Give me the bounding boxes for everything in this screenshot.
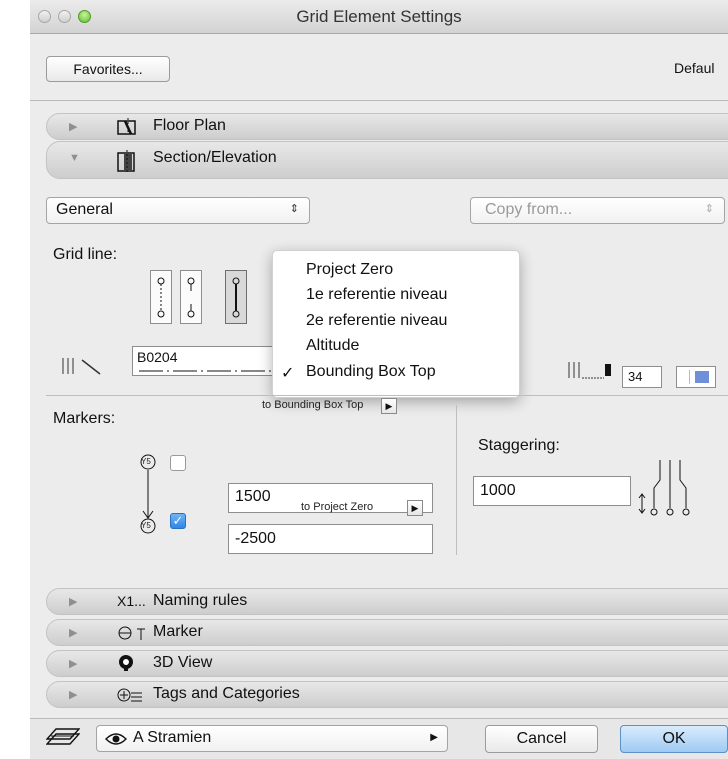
triangle-right-icon[interactable]: ▶: [69, 120, 77, 133]
panel-naming-rules[interactable]: ▶ X1... Naming rules: [46, 588, 728, 615]
bottom-marker-tag: Y5: [141, 521, 151, 530]
panel-floor-plan-label: Floor Plan: [153, 117, 226, 134]
grid-line-style-option-2[interactable]: [180, 270, 202, 324]
grid-line-partial-icon: [187, 277, 195, 318]
panel-3d-view[interactable]: ▶ 3D View: [46, 650, 728, 677]
triangle-down-icon[interactable]: ▼: [69, 152, 80, 164]
default-label: Defaul: [674, 60, 715, 76]
general-select[interactable]: General ⇕: [46, 197, 310, 224]
section-separator: [46, 395, 728, 396]
panel-floor-plan[interactable]: ▶ Floor Plan: [46, 113, 728, 140]
panel-marker-label: Marker: [153, 623, 203, 640]
staggering-field[interactable]: 1000: [473, 476, 631, 506]
menu-item-2e-referentie-niveau[interactable]: 2e referentie niveau: [306, 312, 447, 330]
pen-color-swatch[interactable]: [676, 366, 716, 388]
bottom-marker-checkbox[interactable]: ✓: [170, 513, 186, 529]
layer-name: A Stramien: [133, 729, 212, 746]
menu-item-project-zero[interactable]: Project Zero: [306, 261, 393, 279]
triangle-right-icon[interactable]: ▶: [69, 657, 77, 670]
floor-plan-icon: [117, 117, 137, 140]
markers-staggering-divider: [456, 405, 457, 555]
panel-tags-categories-label: Tags and Categories: [153, 685, 300, 702]
triangle-right-icon[interactable]: ▶: [69, 688, 77, 701]
pen-icon: [566, 360, 614, 387]
marker-icon: [138, 452, 160, 547]
title-bar[interactable]: Grid Element Settings: [30, 0, 728, 34]
favorites-button[interactable]: Favorites...: [46, 56, 170, 82]
eye-icon: [105, 731, 127, 752]
triangle-right-icon[interactable]: ▶: [69, 626, 77, 639]
grid-line-style-option-1[interactable]: [150, 270, 172, 324]
triangle-right-icon[interactable]: ▶: [69, 595, 77, 608]
copy-from-label: Copy from...: [485, 201, 573, 218]
copy-from-select[interactable]: Copy from... ⇕: [470, 197, 725, 224]
markers-label: Markers:: [53, 410, 116, 427]
top-marker-tag: Y5: [141, 457, 151, 466]
top-reference-label: to Bounding Box Top: [262, 399, 364, 411]
ok-button[interactable]: OK: [620, 725, 728, 753]
window-title: Grid Element Settings: [296, 7, 462, 26]
pen-number-field[interactable]: 34: [622, 366, 662, 388]
panel-tags-categories[interactable]: ▶ Tags and Categories: [46, 681, 728, 708]
panel-section-elevation-label: Section/Elevation: [153, 149, 277, 166]
grid-line-full-icon: [232, 277, 240, 318]
panel-marker[interactable]: ▶ Marker: [46, 619, 728, 646]
naming-rules-icon: X1...: [117, 593, 146, 609]
top-marker-checkbox[interactable]: [170, 455, 186, 471]
menu-item-1e-referentie-niveau[interactable]: 1e referentie niveau: [306, 286, 447, 304]
panel-section-elevation[interactable]: ▼ Section/Elevation: [46, 141, 728, 179]
tags-categories-icon: [117, 688, 143, 709]
reference-level-dropdown-menu[interactable]: Project Zero 1e referentie niveau 2e ref…: [272, 250, 520, 398]
bottom-reference-label: to Project Zero: [301, 501, 374, 513]
bottom-elevation-field[interactable]: -2500: [228, 524, 433, 554]
layer-select[interactable]: A Stramien ▶: [96, 725, 448, 752]
staggering-label: Staggering:: [478, 437, 560, 454]
menu-item-altitude[interactable]: Altitude: [306, 337, 359, 355]
bottom-reference-popup-button[interactable]: ▶: [407, 500, 423, 516]
grid-line-dotted-icon: [157, 277, 165, 318]
staggering-icon: [636, 440, 696, 525]
general-select-value: General: [56, 201, 113, 218]
grid-line-style-option-3[interactable]: [225, 270, 247, 324]
line-type-value: B0204: [137, 349, 178, 365]
panel-naming-rules-label: Naming rules: [153, 592, 248, 609]
layers-icon: [45, 727, 81, 754]
marker-panel-icon: [117, 625, 147, 646]
grid-element-settings-window: Grid Element Settings Favorites... Defau…: [30, 0, 728, 759]
dash-dot-line-preview-icon: [139, 370, 289, 372]
panel-3d-view-label: 3D View: [153, 654, 213, 671]
dialog-footer: A Stramien ▶ Cancel OK: [30, 718, 728, 759]
triangle-right-icon: ▶: [430, 732, 438, 743]
top-separator: [30, 100, 728, 101]
cancel-button[interactable]: Cancel: [485, 725, 598, 753]
top-reference-popup-button[interactable]: ▶: [381, 398, 397, 414]
updown-arrows-icon: ⇕: [289, 203, 299, 215]
updown-arrows-icon: ⇕: [704, 203, 714, 215]
section-elevation-icon: [117, 150, 137, 177]
3d-view-icon: [117, 654, 135, 677]
menu-item-bounding-box-top[interactable]: Bounding Box Top: [306, 363, 436, 381]
checkmark-icon: ✓: [281, 365, 295, 382]
grid-line-label: Grid line:: [53, 246, 118, 263]
line-type-icon: [60, 356, 106, 383]
